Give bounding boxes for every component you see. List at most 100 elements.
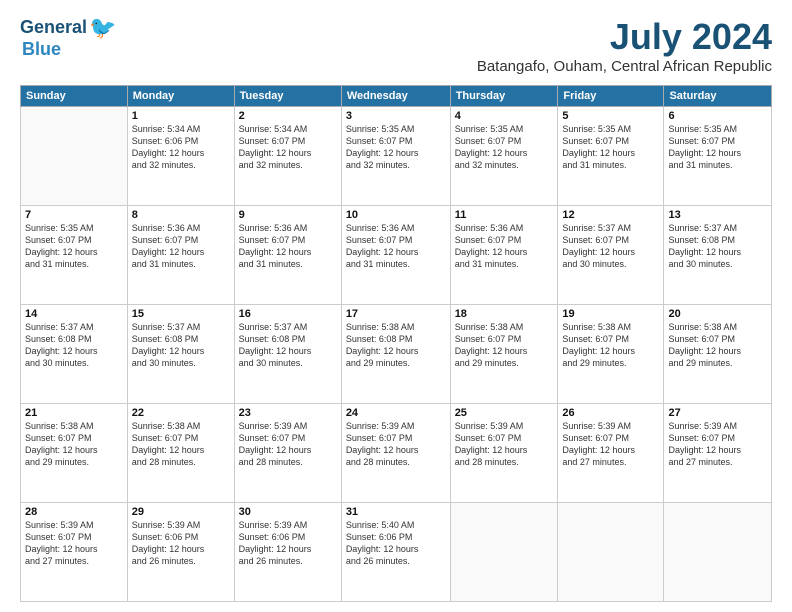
- logo-general: General: [20, 18, 87, 38]
- day-number: 27: [668, 407, 767, 419]
- day-number: 2: [239, 110, 337, 122]
- day-number: 10: [346, 209, 446, 221]
- day-number: 11: [455, 209, 554, 221]
- day-info: Sunrise: 5:39 AM Sunset: 6:07 PM Dayligh…: [25, 519, 123, 568]
- day-info: Sunrise: 5:38 AM Sunset: 6:07 PM Dayligh…: [455, 321, 554, 370]
- day-number: 9: [239, 209, 337, 221]
- day-cell: 13Sunrise: 5:37 AM Sunset: 6:08 PM Dayli…: [664, 206, 772, 305]
- day-number: 5: [562, 110, 659, 122]
- day-info: Sunrise: 5:35 AM Sunset: 6:07 PM Dayligh…: [668, 123, 767, 172]
- col-friday: Friday: [558, 86, 664, 107]
- col-tuesday: Tuesday: [234, 86, 341, 107]
- day-info: Sunrise: 5:40 AM Sunset: 6:06 PM Dayligh…: [346, 519, 446, 568]
- day-info: Sunrise: 5:39 AM Sunset: 6:06 PM Dayligh…: [239, 519, 337, 568]
- page: General 🐦 Blue July 2024 Batangafo, Ouha…: [0, 0, 792, 612]
- day-cell: 9Sunrise: 5:36 AM Sunset: 6:07 PM Daylig…: [234, 206, 341, 305]
- header: General 🐦 Blue July 2024 Batangafo, Ouha…: [20, 16, 772, 75]
- day-cell: 12Sunrise: 5:37 AM Sunset: 6:07 PM Dayli…: [558, 206, 664, 305]
- day-number: 21: [25, 407, 123, 419]
- day-cell: 17Sunrise: 5:38 AM Sunset: 6:08 PM Dayli…: [341, 305, 450, 404]
- day-number: 8: [132, 209, 230, 221]
- week-row-2: 7Sunrise: 5:35 AM Sunset: 6:07 PM Daylig…: [21, 206, 772, 305]
- day-number: 6: [668, 110, 767, 122]
- day-info: Sunrise: 5:39 AM Sunset: 6:07 PM Dayligh…: [668, 420, 767, 469]
- day-info: Sunrise: 5:34 AM Sunset: 6:07 PM Dayligh…: [239, 123, 337, 172]
- day-info: Sunrise: 5:38 AM Sunset: 6:07 PM Dayligh…: [132, 420, 230, 469]
- day-number: 24: [346, 407, 446, 419]
- day-cell: [558, 503, 664, 602]
- day-info: Sunrise: 5:35 AM Sunset: 6:07 PM Dayligh…: [455, 123, 554, 172]
- col-monday: Monday: [127, 86, 234, 107]
- day-cell: 5Sunrise: 5:35 AM Sunset: 6:07 PM Daylig…: [558, 107, 664, 206]
- day-info: Sunrise: 5:36 AM Sunset: 6:07 PM Dayligh…: [239, 222, 337, 271]
- day-cell: 6Sunrise: 5:35 AM Sunset: 6:07 PM Daylig…: [664, 107, 772, 206]
- day-info: Sunrise: 5:35 AM Sunset: 6:07 PM Dayligh…: [346, 123, 446, 172]
- day-cell: 31Sunrise: 5:40 AM Sunset: 6:06 PM Dayli…: [341, 503, 450, 602]
- week-row-1: 1Sunrise: 5:34 AM Sunset: 6:06 PM Daylig…: [21, 107, 772, 206]
- day-cell: 14Sunrise: 5:37 AM Sunset: 6:08 PM Dayli…: [21, 305, 128, 404]
- day-number: 22: [132, 407, 230, 419]
- day-cell: 26Sunrise: 5:39 AM Sunset: 6:07 PM Dayli…: [558, 404, 664, 503]
- day-number: 16: [239, 308, 337, 320]
- logo-bird-icon: 🐦: [89, 16, 116, 40]
- day-cell: 10Sunrise: 5:36 AM Sunset: 6:07 PM Dayli…: [341, 206, 450, 305]
- day-cell: 24Sunrise: 5:39 AM Sunset: 6:07 PM Dayli…: [341, 404, 450, 503]
- day-cell: [21, 107, 128, 206]
- day-number: 18: [455, 308, 554, 320]
- day-info: Sunrise: 5:39 AM Sunset: 6:07 PM Dayligh…: [239, 420, 337, 469]
- day-number: 3: [346, 110, 446, 122]
- day-number: 25: [455, 407, 554, 419]
- day-info: Sunrise: 5:39 AM Sunset: 6:07 PM Dayligh…: [346, 420, 446, 469]
- day-info: Sunrise: 5:37 AM Sunset: 6:08 PM Dayligh…: [132, 321, 230, 370]
- day-info: Sunrise: 5:38 AM Sunset: 6:07 PM Dayligh…: [25, 420, 123, 469]
- day-number: 15: [132, 308, 230, 320]
- day-info: Sunrise: 5:39 AM Sunset: 6:07 PM Dayligh…: [455, 420, 554, 469]
- day-info: Sunrise: 5:39 AM Sunset: 6:07 PM Dayligh…: [562, 420, 659, 469]
- day-cell: [664, 503, 772, 602]
- location-subtitle: Batangafo, Ouham, Central African Republ…: [477, 58, 772, 75]
- month-title: July 2024: [477, 16, 772, 58]
- day-cell: 25Sunrise: 5:39 AM Sunset: 6:07 PM Dayli…: [450, 404, 558, 503]
- day-number: 30: [239, 506, 337, 518]
- day-info: Sunrise: 5:37 AM Sunset: 6:08 PM Dayligh…: [668, 222, 767, 271]
- title-block: July 2024 Batangafo, Ouham, Central Afri…: [477, 16, 772, 75]
- day-cell: 20Sunrise: 5:38 AM Sunset: 6:07 PM Dayli…: [664, 305, 772, 404]
- day-info: Sunrise: 5:37 AM Sunset: 6:08 PM Dayligh…: [239, 321, 337, 370]
- day-info: Sunrise: 5:37 AM Sunset: 6:07 PM Dayligh…: [562, 222, 659, 271]
- day-cell: 16Sunrise: 5:37 AM Sunset: 6:08 PM Dayli…: [234, 305, 341, 404]
- day-cell: 23Sunrise: 5:39 AM Sunset: 6:07 PM Dayli…: [234, 404, 341, 503]
- day-cell: 1Sunrise: 5:34 AM Sunset: 6:06 PM Daylig…: [127, 107, 234, 206]
- day-cell: 27Sunrise: 5:39 AM Sunset: 6:07 PM Dayli…: [664, 404, 772, 503]
- calendar-table: Sunday Monday Tuesday Wednesday Thursday…: [20, 85, 772, 602]
- col-thursday: Thursday: [450, 86, 558, 107]
- day-number: 20: [668, 308, 767, 320]
- week-row-3: 14Sunrise: 5:37 AM Sunset: 6:08 PM Dayli…: [21, 305, 772, 404]
- day-number: 19: [562, 308, 659, 320]
- day-cell: 28Sunrise: 5:39 AM Sunset: 6:07 PM Dayli…: [21, 503, 128, 602]
- col-sunday: Sunday: [21, 86, 128, 107]
- day-cell: 19Sunrise: 5:38 AM Sunset: 6:07 PM Dayli…: [558, 305, 664, 404]
- col-wednesday: Wednesday: [341, 86, 450, 107]
- day-cell: 15Sunrise: 5:37 AM Sunset: 6:08 PM Dayli…: [127, 305, 234, 404]
- day-number: 26: [562, 407, 659, 419]
- day-number: 28: [25, 506, 123, 518]
- day-info: Sunrise: 5:38 AM Sunset: 6:08 PM Dayligh…: [346, 321, 446, 370]
- day-info: Sunrise: 5:36 AM Sunset: 6:07 PM Dayligh…: [455, 222, 554, 271]
- week-row-4: 21Sunrise: 5:38 AM Sunset: 6:07 PM Dayli…: [21, 404, 772, 503]
- calendar-header-row: Sunday Monday Tuesday Wednesday Thursday…: [21, 86, 772, 107]
- day-cell: 18Sunrise: 5:38 AM Sunset: 6:07 PM Dayli…: [450, 305, 558, 404]
- day-number: 31: [346, 506, 446, 518]
- day-number: 7: [25, 209, 123, 221]
- logo: General 🐦 Blue: [20, 16, 116, 60]
- day-number: 17: [346, 308, 446, 320]
- day-cell: [450, 503, 558, 602]
- day-info: Sunrise: 5:36 AM Sunset: 6:07 PM Dayligh…: [132, 222, 230, 271]
- day-cell: 2Sunrise: 5:34 AM Sunset: 6:07 PM Daylig…: [234, 107, 341, 206]
- day-cell: 29Sunrise: 5:39 AM Sunset: 6:06 PM Dayli…: [127, 503, 234, 602]
- day-number: 1: [132, 110, 230, 122]
- day-info: Sunrise: 5:37 AM Sunset: 6:08 PM Dayligh…: [25, 321, 123, 370]
- day-info: Sunrise: 5:34 AM Sunset: 6:06 PM Dayligh…: [132, 123, 230, 172]
- day-number: 14: [25, 308, 123, 320]
- day-info: Sunrise: 5:38 AM Sunset: 6:07 PM Dayligh…: [668, 321, 767, 370]
- day-cell: 11Sunrise: 5:36 AM Sunset: 6:07 PM Dayli…: [450, 206, 558, 305]
